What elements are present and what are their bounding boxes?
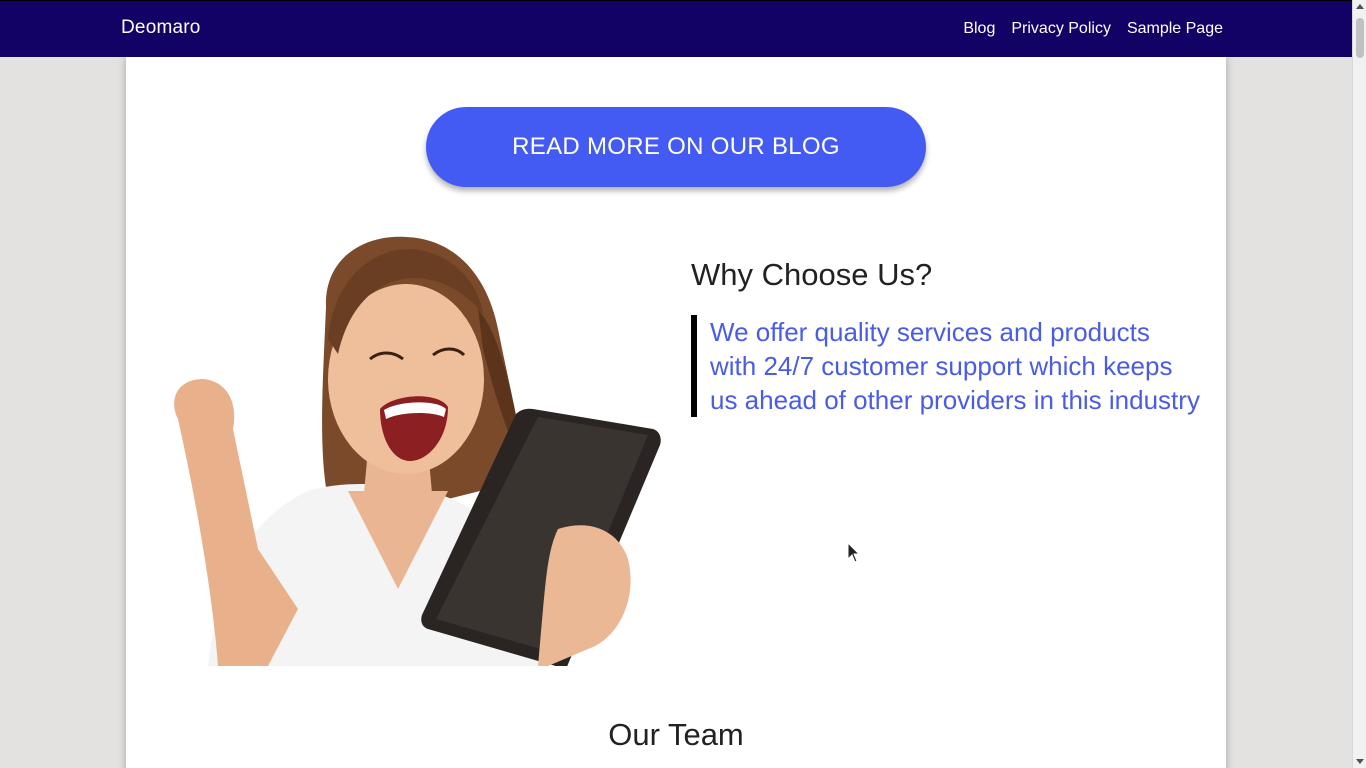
hero-image-woman-with-tablet xyxy=(148,229,664,666)
scroll-down-arrow-icon[interactable] xyxy=(1356,759,1364,764)
scroll-thumb[interactable] xyxy=(1356,18,1364,58)
nav-link-blog[interactable]: Blog xyxy=(963,20,995,38)
our-team-heading: Our Team xyxy=(608,717,744,752)
scroll-up-arrow-icon[interactable] xyxy=(1356,4,1364,9)
arrow-cursor-icon xyxy=(847,541,861,569)
top-navbar: Deomaro Blog Privacy Policy Sample Page xyxy=(0,0,1352,57)
browser-viewport: Deomaro Blog Privacy Policy Sample Page … xyxy=(0,0,1366,768)
content-panel: READ MORE ON OUR BLOG Why Choose Us? We … xyxy=(126,57,1226,768)
why-choose-us-heading: Why Choose Us? xyxy=(691,257,933,292)
read-more-blog-button[interactable]: READ MORE ON OUR BLOG xyxy=(426,107,926,187)
site-brand-link[interactable]: Deomaro xyxy=(121,17,201,39)
vertical-scrollbar[interactable] xyxy=(1352,0,1366,768)
nav-link-privacy-policy[interactable]: Privacy Policy xyxy=(1011,20,1111,38)
why-choose-us-quote: We offer quality services and products w… xyxy=(691,315,1201,417)
main-nav: Blog Privacy Policy Sample Page xyxy=(963,20,1223,38)
nav-link-sample-page[interactable]: Sample Page xyxy=(1127,20,1223,38)
